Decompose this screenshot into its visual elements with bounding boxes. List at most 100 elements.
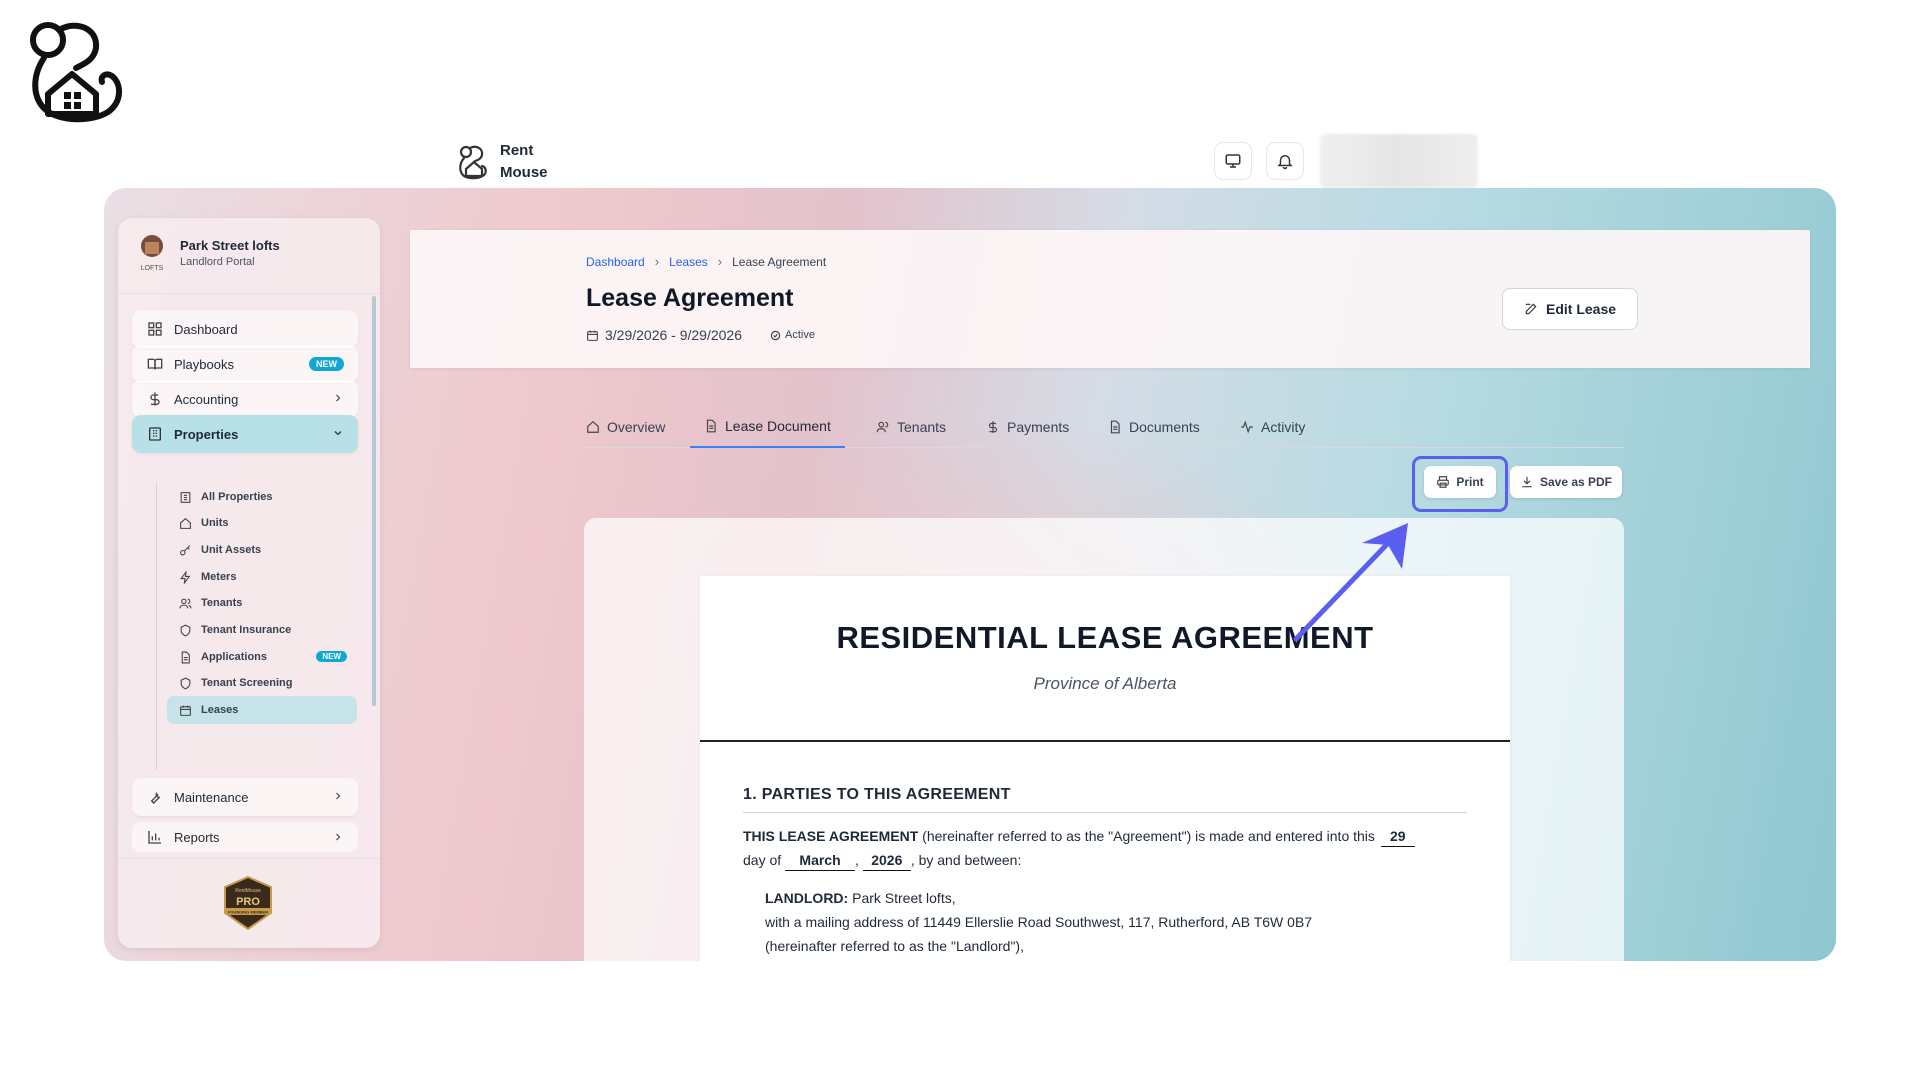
breadcrumb-leases[interactable]: Leases	[669, 255, 708, 269]
intro-paragraph-line2: day of March, 2026, by and between:	[743, 850, 1021, 871]
shield-icon	[179, 623, 193, 637]
sidebar-item-properties[interactable]: Properties	[132, 415, 358, 453]
tab-documents[interactable]: Documents	[1106, 406, 1202, 448]
sidebar-item-dashboard[interactable]: Dashboard	[132, 310, 358, 348]
svg-text:LOFTS: LOFTS	[141, 265, 164, 272]
file-icon	[1110, 420, 1120, 434]
submenu-label: All Properties	[201, 491, 273, 503]
printer-icon	[1437, 476, 1450, 488]
brand-name-line2: Mouse	[500, 164, 548, 181]
save-as-pdf-label: Save as PDF	[1539, 475, 1613, 489]
section-divider	[743, 812, 1467, 813]
day-of-text: day of	[743, 852, 782, 868]
submenu-item-leases[interactable]: Leases	[167, 696, 357, 724]
breadcrumb-current: Lease Agreement	[732, 254, 827, 269]
month-field: March	[785, 850, 856, 871]
print-label: Print	[1456, 475, 1484, 489]
annotation-arrow-icon	[1293, 523, 1408, 642]
landlord-line: LANDLORD: Park Street lofts,	[765, 890, 956, 906]
sidebar-item-accounting[interactable]: Accounting	[132, 380, 358, 418]
check-circle-icon	[770, 330, 781, 340]
submenu-item-meters[interactable]: Meters	[167, 563, 357, 591]
breadcrumb-separator: ›	[717, 254, 723, 269]
calendar-icon	[179, 703, 193, 717]
submenu-item-applications[interactable]: Applications NEW	[167, 643, 357, 671]
brand[interactable]: Rent Mouse	[458, 140, 560, 184]
submenu-item-units[interactable]: Units	[167, 509, 357, 537]
pro-founding-member-badge: RentMouse PRO FOUNDING MEMBER	[224, 875, 272, 931]
brand-name-line1: Rent	[500, 142, 534, 159]
new-badge: NEW	[316, 651, 347, 662]
dollar-icon	[988, 421, 998, 433]
key-icon	[179, 543, 193, 557]
edit-lease-label: Edit Lease	[1545, 301, 1617, 317]
comma-text: ,	[855, 852, 859, 868]
chevron-right-icon	[336, 792, 341, 800]
between-text: , by and between:	[910, 852, 1022, 868]
home-icon	[179, 516, 193, 530]
shield-icon	[179, 676, 193, 690]
svg-text:RentMouse: RentMouse	[235, 888, 261, 894]
rentmouse-logo-icon	[459, 145, 487, 180]
monitor-icon	[1225, 154, 1241, 168]
day-field: 29	[1380, 826, 1415, 847]
save-as-pdf-button[interactable]: Save as PDF	[1510, 466, 1622, 498]
sidebar-item-label: Playbooks	[174, 356, 234, 372]
submenu-label: Units	[201, 517, 229, 529]
status-badge: Active	[770, 329, 815, 341]
submenu-item-tenant-insurance[interactable]: Tenant Insurance	[167, 616, 357, 644]
tab-lease-document[interactable]: Lease Document	[690, 406, 845, 448]
breadcrumb-dashboard[interactable]: Dashboard	[586, 255, 645, 269]
lease-tabs: Overview Lease Document Tenants Payments…	[584, 406, 1624, 448]
svg-text:FOUNDING MEMBER: FOUNDING MEMBER	[228, 910, 268, 915]
sidebar-item-reports[interactable]: Reports	[132, 822, 358, 852]
top-bar: Rent Mouse	[458, 132, 1478, 188]
submenu-label: Meters	[201, 571, 237, 583]
intro-paragraph-line1: THIS LEASE AGREEMENT (hereinafter referr…	[743, 826, 1415, 847]
tab-label: Tenants	[897, 419, 947, 435]
tab-label: Overview	[607, 419, 666, 435]
tab-activity[interactable]: Activity	[1238, 406, 1307, 448]
bolt-icon	[179, 570, 193, 584]
lease-date-range: 3/29/2026 - 9/29/2026	[605, 327, 743, 343]
status-text: Active	[785, 329, 815, 341]
calendar-icon	[587, 330, 598, 341]
sidebar-item-maintenance[interactable]: Maintenance	[132, 778, 358, 816]
file-icon	[706, 419, 716, 433]
rentmouse-logo-icon	[30, 22, 122, 123]
edit-icon	[1525, 303, 1537, 315]
activity-icon	[1241, 420, 1253, 434]
monitor-button[interactable]	[1214, 142, 1252, 180]
submenu-item-tenants[interactable]: Tenants	[167, 589, 357, 617]
property-avatar[interactable]: LOFTS	[138, 234, 166, 274]
sidebar-scrollbar[interactable]	[372, 296, 376, 706]
page-header: Dashboard › Leases › Lease Agreement Lea…	[410, 230, 1810, 368]
landlord-name: Park Street lofts,	[852, 890, 956, 906]
sidebar-item-label: Dashboard	[174, 321, 238, 337]
svg-text:PRO: PRO	[236, 896, 260, 908]
edit-lease-button[interactable]: Edit Lease	[1502, 288, 1638, 330]
sidebar-item-label: Accounting	[174, 391, 239, 407]
submenu-label: Applications	[201, 651, 268, 663]
user-profile-blurred[interactable]	[1320, 134, 1478, 188]
tab-label: Payments	[1007, 419, 1070, 435]
landlord-address: with a mailing address of 11449 Ellersli…	[765, 914, 1313, 930]
notifications-button[interactable]	[1266, 142, 1304, 180]
submenu-item-all-properties[interactable]: All Properties	[167, 483, 357, 511]
tab-payments[interactable]: Payments	[984, 406, 1071, 448]
submenu-label: Tenant Screening	[201, 677, 293, 689]
section-heading: 1. PARTIES TO THIS AGREEMENT	[743, 786, 1011, 803]
tab-overview[interactable]: Overview	[584, 406, 667, 448]
tab-label: Documents	[1129, 419, 1200, 435]
book-icon	[146, 355, 164, 373]
submenu-item-tenant-screening[interactable]: Tenant Screening	[167, 669, 357, 697]
download-icon	[1522, 476, 1532, 488]
print-button[interactable]: Print	[1424, 466, 1496, 498]
new-badge: NEW	[309, 357, 344, 371]
users-icon	[179, 596, 193, 610]
submenu-item-unit-assets[interactable]: Unit Assets	[167, 536, 357, 564]
tab-tenants[interactable]: Tenants	[874, 406, 948, 448]
document-viewer: RESIDENTIAL LEASE AGREEMENT Province of …	[584, 518, 1624, 961]
sidebar-item-playbooks[interactable]: Playbooks NEW	[132, 345, 358, 383]
sidebar-item-label: Properties	[174, 426, 239, 442]
